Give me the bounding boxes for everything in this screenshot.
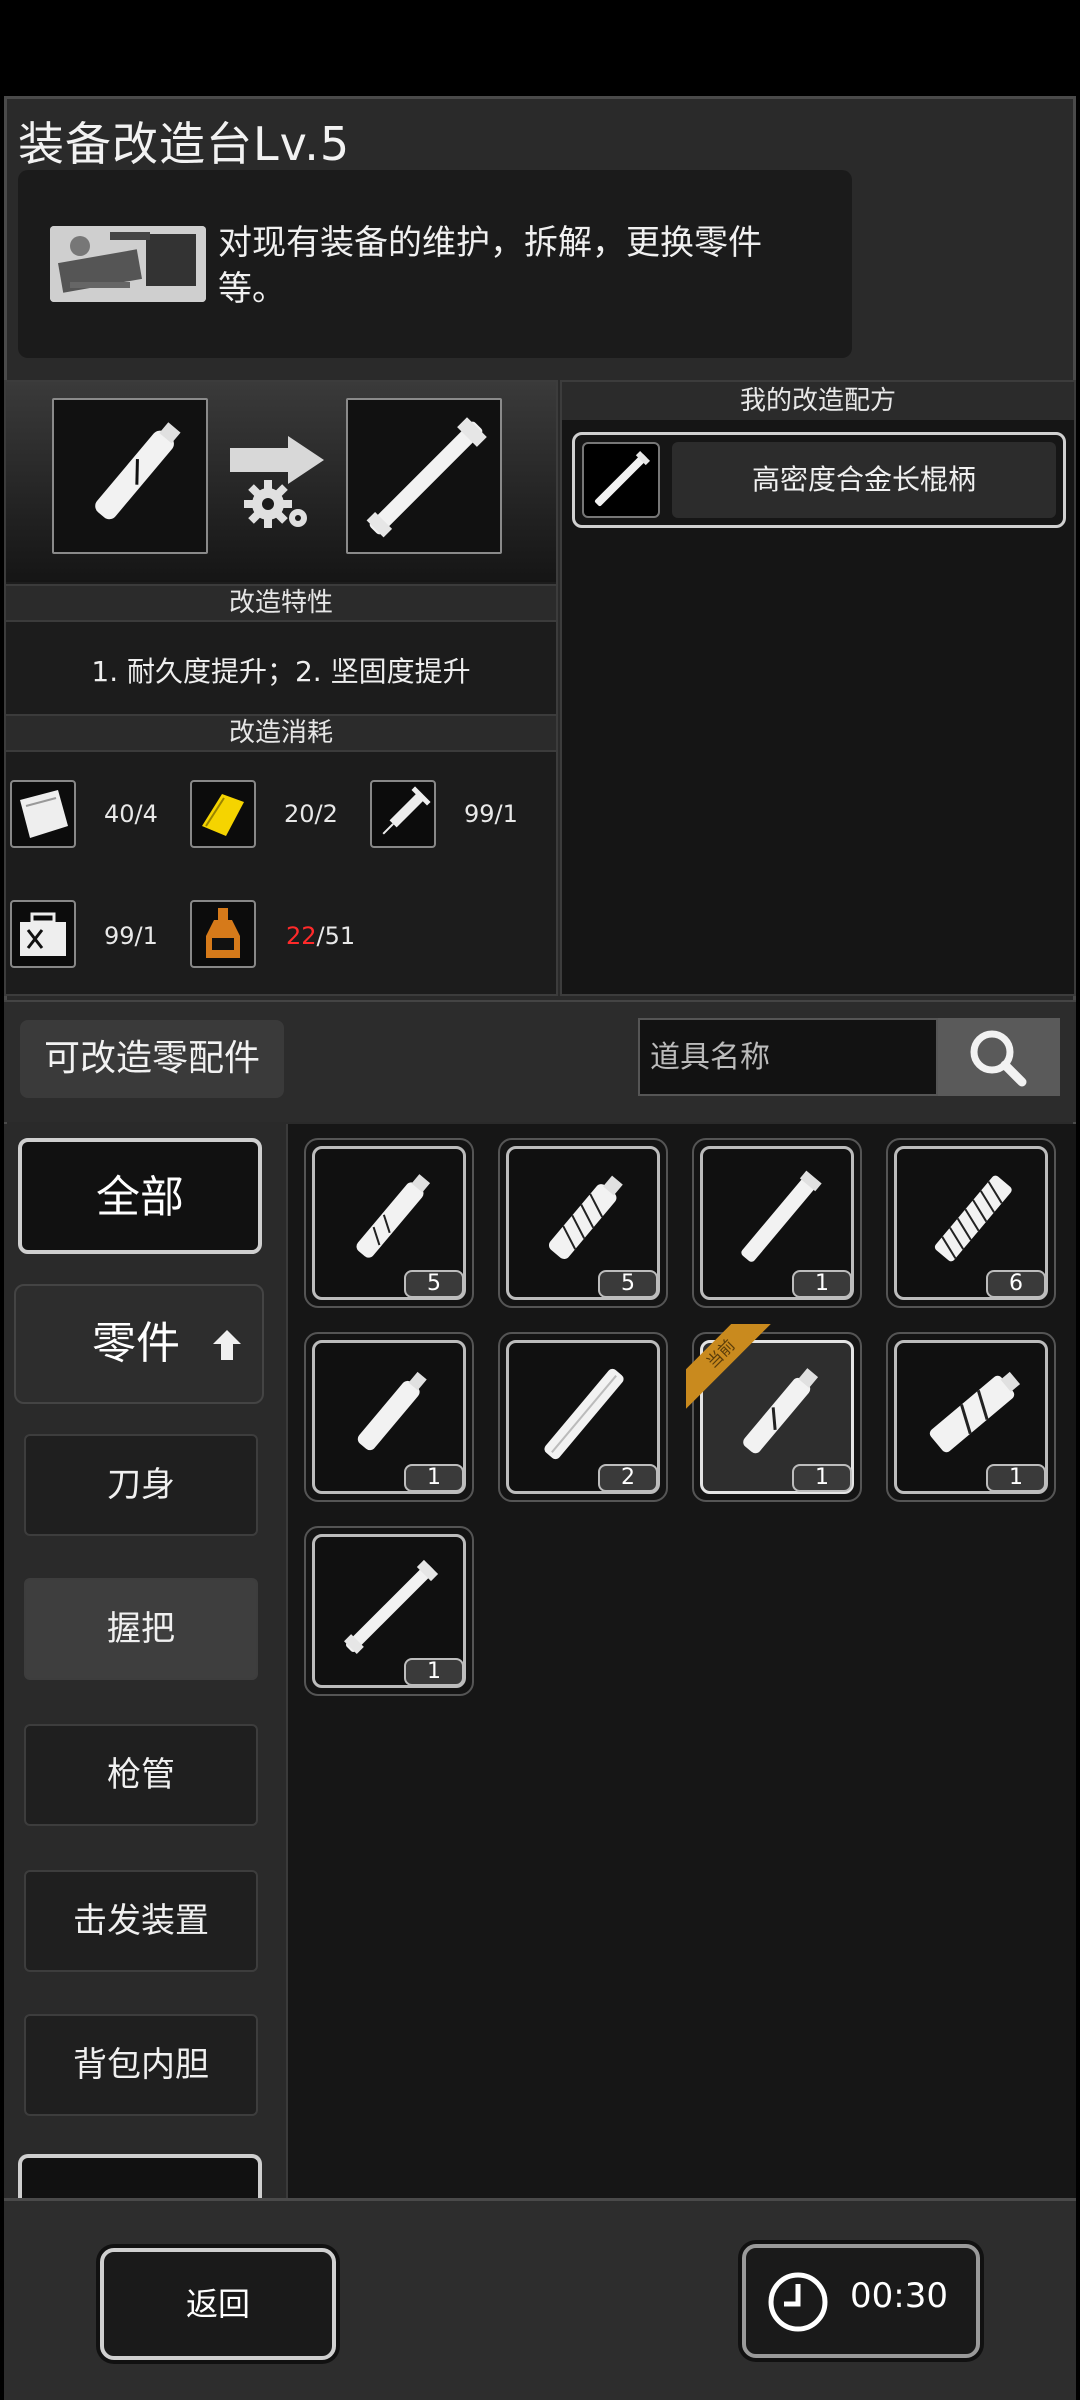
grip-part-icon <box>356 1174 431 1258</box>
page-title: 装备改造台Lv.5 <box>18 117 351 171</box>
wrapped-grip-icon <box>548 1175 623 1259</box>
textured-grip-icon <box>934 1175 1012 1262</box>
description-text: 对现有装备的维护，拆解，更换零件等。 <box>218 223 762 309</box>
timer-text: 00:30 <box>850 2276 948 2316</box>
item-count: 1 <box>792 1270 852 1298</box>
long-grip-icon <box>544 1368 624 1460</box>
part-item[interactable]: 1 <box>886 1332 1056 1502</box>
category-firing-mechanism[interactable]: 击发装置 <box>24 1870 258 1972</box>
part-item[interactable]: 1 <box>304 1526 474 1696</box>
search-button[interactable] <box>938 1018 1060 1096</box>
syringe-icon[interactable] <box>370 780 436 848</box>
short-grip-icon <box>357 1371 427 1451</box>
part-item[interactable]: 1 <box>692 1138 862 1308</box>
convert-arrow-icon <box>228 434 328 538</box>
part-item[interactable]: 2 <box>498 1332 668 1502</box>
tape-grip-icon <box>929 1371 1021 1453</box>
part-item-current[interactable]: 当前 1 <box>686 1324 862 1502</box>
item-count: 5 <box>598 1270 658 1298</box>
parts-title: 可改造零配件 <box>20 1020 284 1098</box>
item-count: 1 <box>792 1464 852 1492</box>
item-count: 6 <box>986 1270 1046 1298</box>
long-staff-handle-icon <box>366 417 487 538</box>
search-icon <box>970 1030 1027 1087</box>
workbench-icon <box>50 226 206 302</box>
item-count: 1 <box>404 1464 464 1492</box>
category-grip[interactable]: 握把 <box>24 1578 258 1680</box>
source-part-slot[interactable] <box>52 398 208 554</box>
item-count: 2 <box>598 1464 658 1492</box>
recipe-header: 我的改造配方 <box>562 382 1074 420</box>
cost-value: 40/4 <box>104 800 158 828</box>
category-blade[interactable]: 刀身 <box>24 1434 258 1536</box>
grip-part-icon <box>95 422 181 520</box>
back-button[interactable]: 返回 <box>100 2248 336 2360</box>
toolbox-icon[interactable] <box>10 900 76 968</box>
category-backpack-liner[interactable]: 背包内胆 <box>24 2014 258 2116</box>
cost-value-insufficient: 22/51 <box>286 922 355 950</box>
category-barrel[interactable]: 枪管 <box>24 1724 258 1826</box>
cost-header: 改造消耗 <box>6 714 556 752</box>
cloth-icon[interactable] <box>10 780 76 848</box>
item-count: 1 <box>404 1658 464 1686</box>
item-count: 1 <box>986 1464 1046 1492</box>
part-item[interactable]: 5 <box>498 1138 668 1308</box>
clock-icon <box>766 2270 830 2338</box>
recipe-label: 高密度合金长棍柄 <box>672 442 1056 518</box>
long-staff-handle-icon <box>344 1559 439 1654</box>
cost-value: 99/1 <box>464 800 518 828</box>
straight-grip-icon <box>741 1170 822 1262</box>
cost-need: /51 <box>316 922 356 950</box>
traits-header: 改造特性 <box>6 584 556 622</box>
part-item[interactable]: 6 <box>886 1138 1056 1308</box>
traits-text: 1. 耐久度提升；2. 坚固度提升 <box>91 655 471 688</box>
bottle-icon[interactable] <box>190 900 256 968</box>
collapse-arrow-icon <box>212 1328 242 1362</box>
current-badge: 当前 <box>686 1324 776 1414</box>
cost-value: 99/1 <box>104 922 158 950</box>
cost-have: 22 <box>286 922 317 950</box>
search-input[interactable] <box>638 1018 938 1096</box>
part-item[interactable]: 5 <box>304 1138 474 1308</box>
item-count: 5 <box>404 1270 464 1298</box>
cost-value: 20/2 <box>284 800 338 828</box>
gold-bar-icon[interactable] <box>190 780 256 848</box>
part-item[interactable]: 1 <box>304 1332 474 1502</box>
category-all[interactable]: 全部 <box>18 1138 262 1254</box>
long-staff-handle-icon <box>582 442 660 518</box>
result-part-slot[interactable] <box>346 398 502 554</box>
